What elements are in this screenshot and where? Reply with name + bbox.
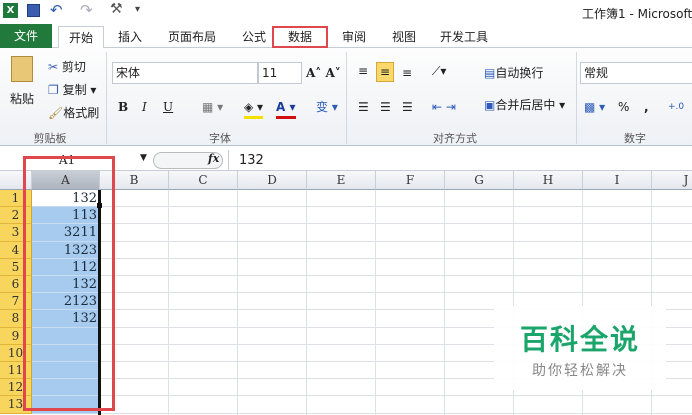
phonetic-icon[interactable]: 变 ▾ xyxy=(316,98,338,116)
column-a-highlight-box xyxy=(23,156,115,411)
border-icon[interactable]: ▦ ▾ xyxy=(202,98,223,116)
align-top-icon[interactable]: ≡ xyxy=(358,62,368,80)
column-header-D[interactable]: D xyxy=(238,171,307,190)
alignment-group-label: 对齐方式 xyxy=(433,132,477,145)
excel-icon[interactable]: X xyxy=(3,3,18,18)
title-bar: X ↶ ↷ ⚒ ▾ 工作簿1 - Microsoft xyxy=(0,0,692,24)
wrap-label: 自动换行 xyxy=(495,66,544,80)
gridline xyxy=(100,223,692,225)
increase-decimal-icon[interactable]: +.0 xyxy=(668,98,684,116)
tab-data[interactable]: 数据 xyxy=(272,26,328,48)
gridline xyxy=(100,206,692,208)
accounting-icon[interactable]: ▩ ▾ xyxy=(584,98,605,116)
merge-icon: ▣ xyxy=(484,98,496,112)
tab-view[interactable]: 视图 xyxy=(384,26,424,48)
column-header-H[interactable]: H xyxy=(514,171,583,190)
watermark: 百科全说 助你轻松解决 xyxy=(494,306,666,390)
font-name-select[interactable]: 宋体 xyxy=(112,62,258,84)
wrap-icon: ▤ xyxy=(484,66,496,80)
indent-icon[interactable]: ⇤ ⇥ xyxy=(432,98,456,116)
window-title: 工作簿1 - Microsoft xyxy=(582,7,692,21)
grow-font-icon[interactable]: A˄ A˅ xyxy=(306,64,341,82)
cut-label: 剪切 xyxy=(61,60,86,74)
align-middle-icon[interactable]: ≡ xyxy=(376,62,395,82)
column-header-C[interactable]: C xyxy=(169,171,238,190)
scissors-icon: ✂ xyxy=(48,60,59,74)
align-right-icon[interactable]: ☰ xyxy=(402,98,413,116)
align-center-icon[interactable]: ☰ xyxy=(380,98,391,116)
column-header-G[interactable]: G xyxy=(445,171,514,190)
tab-file[interactable]: 文件 xyxy=(0,24,52,48)
number-format-select[interactable]: 常规 xyxy=(580,62,692,84)
merge-center-button[interactable]: ▣合并后居中 ▾ xyxy=(484,96,565,114)
wrap-text-button[interactable]: ▤自动换行 xyxy=(484,64,543,82)
gridline xyxy=(100,275,692,276)
gridline xyxy=(100,257,692,259)
customize-icon[interactable]: ▾ xyxy=(135,4,140,15)
copy-label: 复制 xyxy=(62,83,87,97)
tab-review[interactable]: 审阅 xyxy=(334,26,374,48)
font-color-icon[interactable]: A ▾ xyxy=(276,98,296,119)
clipboard-group-label: 剪贴板 xyxy=(33,132,67,145)
undo-icon[interactable]: ↶ xyxy=(50,1,63,19)
fx-icon[interactable]: fx xyxy=(208,152,219,165)
column-header-I[interactable]: I xyxy=(583,171,652,190)
tab-home[interactable]: 开始 xyxy=(58,26,104,48)
column-header-E[interactable]: E xyxy=(307,171,376,190)
font-group-label: 字体 xyxy=(209,132,231,145)
merge-label: 合并后居中 xyxy=(495,98,556,112)
gridline xyxy=(100,240,692,242)
format-painter-label: 格式刷 xyxy=(63,106,100,120)
percent-button[interactable]: % xyxy=(618,98,629,116)
column-header-J[interactable]: J xyxy=(652,171,692,190)
paste-icon[interactable] xyxy=(11,56,33,82)
divider xyxy=(106,52,107,144)
divider xyxy=(576,52,577,144)
brush-icon: 🖌 xyxy=(48,106,64,120)
watermark-title: 百科全说 xyxy=(519,323,640,356)
copy-icon: ❐ xyxy=(48,83,59,97)
gridline xyxy=(100,395,692,397)
name-box-dropdown-icon[interactable]: ▼ xyxy=(140,153,147,163)
redo-icon[interactable]: ↷ xyxy=(80,1,93,19)
gridline xyxy=(100,292,692,294)
tab-insert[interactable]: 插入 xyxy=(110,26,150,48)
fill-color-icon[interactable]: ◈ ▾ xyxy=(244,98,264,119)
copy-button[interactable]: ❐ 复制 ▾ xyxy=(48,81,96,99)
tab-developer[interactable]: 开发工具 xyxy=(436,26,492,48)
column-header-F[interactable]: F xyxy=(376,171,445,190)
font-size-select[interactable]: 11 xyxy=(258,62,302,84)
bold-button[interactable]: B xyxy=(118,98,128,116)
align-left-icon[interactable]: ☰ xyxy=(358,98,369,116)
format-painter-button[interactable]: 🖌格式刷 xyxy=(48,104,99,122)
tab-page-layout[interactable]: 页面布局 xyxy=(160,26,224,48)
ribbon: 粘贴 ✂ 剪切 ❐ 复制 ▾ 🖌格式刷 剪贴板 宋体 11 A˄ A˅ B I … xyxy=(0,48,692,146)
underline-button[interactable]: U xyxy=(163,98,173,116)
divider xyxy=(346,52,347,144)
cut-button[interactable]: ✂ 剪切 xyxy=(48,58,86,76)
save-icon[interactable] xyxy=(27,4,40,17)
number-group-label: 数字 xyxy=(624,132,646,145)
align-bottom-icon[interactable]: ≡ xyxy=(402,64,412,82)
paste-button[interactable]: 粘贴 xyxy=(10,90,34,108)
ribbon-tabs: 文件 开始 插入 页面布局 公式 数据 审阅 视图 开发工具 xyxy=(0,24,692,48)
italic-button[interactable]: I xyxy=(142,98,147,116)
formula-input[interactable]: 132 xyxy=(228,150,692,171)
comma-button[interactable]: , xyxy=(644,98,649,116)
orientation-icon[interactable]: ⟋▾ xyxy=(432,62,446,80)
watermark-subtitle: 助你轻松解决 xyxy=(532,363,628,379)
tools-icon[interactable]: ⚒ xyxy=(110,1,123,17)
gridline xyxy=(100,412,692,414)
tab-formulas[interactable]: 公式 xyxy=(234,26,274,48)
